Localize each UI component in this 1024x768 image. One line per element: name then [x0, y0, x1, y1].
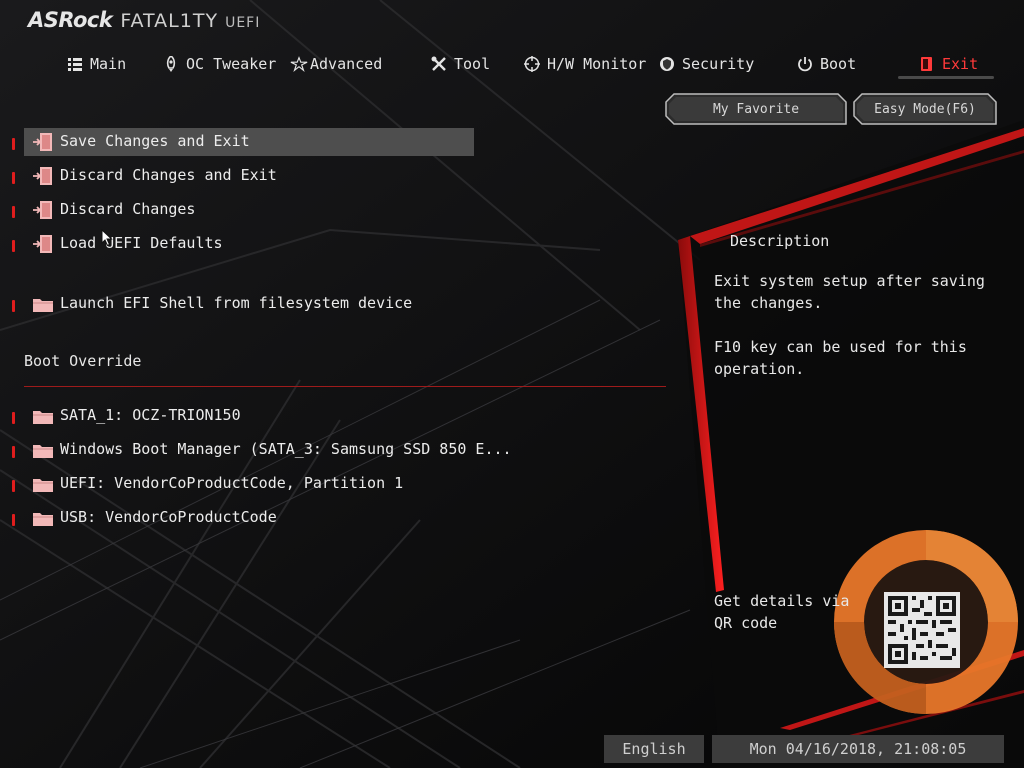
qr-label: Get details via QR code [714, 592, 850, 632]
folder-icon [33, 445, 53, 458]
boot-item-label: Windows Boot Manager (SATA_3: Samsung SS… [60, 440, 512, 458]
qr-code [884, 592, 960, 668]
tab-oc-tweaker[interactable]: OC Tweaker [162, 52, 276, 76]
item-marker [12, 300, 15, 312]
date-time-display: Mon 04/16/2018, 21:08:05 [712, 735, 1004, 763]
boot-override-title: Boot Override [24, 352, 142, 370]
asrock-logo: ASRock FATAL1TY UEFI [28, 8, 260, 38]
exit-door-icon [33, 235, 52, 253]
tab-label: Tool [454, 55, 491, 73]
star-icon [290, 55, 308, 73]
item-marker [12, 138, 15, 150]
boot-override-item-windows-boot-manager[interactable]: Windows Boot Manager (SATA_3: Samsung SS… [0, 436, 512, 464]
mouse-cursor-icon [101, 229, 113, 247]
my-favorite-label: My Favorite [712, 101, 800, 117]
boot-override-item-uefi-partition[interactable]: UEFI: VendorCoProductCode, Partition 1 [0, 470, 480, 498]
exit-door-icon [33, 201, 52, 219]
rocket-icon [162, 55, 180, 73]
item-marker [12, 206, 15, 218]
main-tab-bar: Main OC Tweaker Advanced Tool H/W Monito… [0, 48, 1024, 78]
folder-icon [33, 411, 53, 424]
menu-item-label: Save Changes and Exit [60, 132, 250, 150]
folder-icon [33, 479, 53, 492]
easy-mode-button[interactable]: Easy Mode(F6) [852, 92, 998, 126]
exit-door-icon [33, 133, 52, 151]
brand-text: ASRock [28, 8, 113, 32]
tab-security[interactable]: Security [658, 52, 754, 76]
menu-item-launch-efi-shell[interactable]: Launch EFI Shell from filesystem device [0, 290, 480, 318]
tab-exit[interactable]: Exit [918, 52, 978, 76]
tab-label: Main [90, 55, 127, 73]
section-divider [24, 386, 666, 387]
active-tab-indicator [898, 76, 994, 79]
power-icon [796, 55, 814, 73]
easy-mode-label: Easy Mode(F6) [874, 101, 976, 117]
tab-label: Boot [820, 55, 857, 73]
language-button[interactable]: English [604, 735, 704, 763]
description-text: Exit system setup after saving the chang… [714, 270, 994, 402]
boot-override-item-usb[interactable]: USB: VendorCoProductCode [0, 504, 480, 532]
menu-item-save-changes-and-exit[interactable]: Save Changes and Exit [0, 128, 480, 156]
item-marker [12, 480, 15, 492]
menu-item-label: Launch EFI Shell from filesystem device [60, 294, 413, 312]
item-marker [12, 446, 15, 458]
menu-item-label: Discard Changes [60, 200, 196, 218]
my-favorite-button[interactable]: My Favorite [664, 92, 848, 126]
crosshair-icon [523, 55, 541, 73]
item-marker [12, 240, 15, 252]
series-text: FATAL1TY [120, 10, 219, 32]
exit-icon [918, 55, 936, 73]
description-line: F10 key can be used for this operation. [714, 338, 967, 378]
item-marker [12, 412, 15, 424]
tab-boot[interactable]: Boot [796, 52, 856, 76]
tab-label: Security [682, 55, 755, 73]
boot-override-item-sata1[interactable]: SATA_1: OCZ-TRION150 [0, 402, 480, 430]
boot-item-label: UEFI: VendorCoProductCode, Partition 1 [60, 474, 404, 492]
tab-hw-monitor[interactable]: H/W Monitor [523, 52, 646, 76]
menu-item-discard-changes[interactable]: Discard Changes [0, 196, 480, 224]
list-icon [66, 55, 84, 73]
boot-item-label: USB: VendorCoProductCode [60, 508, 277, 526]
menu-item-load-uefi-defaults[interactable]: Load UEFI Defaults [0, 230, 480, 258]
tab-label: Exit [942, 55, 979, 73]
folder-icon [33, 299, 53, 312]
shield-icon [658, 55, 676, 73]
description-line: Exit system setup after saving the chang… [714, 272, 985, 312]
uefi-text: UEFI [225, 15, 261, 31]
menu-item-discard-changes-and-exit[interactable]: Discard Changes and Exit [0, 162, 480, 190]
tools-icon [430, 55, 448, 73]
item-marker [12, 514, 15, 526]
tab-advanced[interactable]: Advanced [290, 52, 382, 76]
item-marker [12, 172, 15, 184]
menu-item-label: Load UEFI Defaults [60, 234, 223, 252]
menu-item-label: Discard Changes and Exit [60, 166, 277, 184]
exit-door-icon [33, 167, 52, 185]
qr-code-icon [884, 592, 960, 668]
tab-label: H/W Monitor [547, 55, 647, 73]
folder-icon [33, 513, 53, 526]
tab-label: Advanced [310, 55, 383, 73]
tab-main[interactable]: Main [66, 52, 126, 76]
tab-label: OC Tweaker [186, 55, 277, 73]
boot-item-label: SATA_1: OCZ-TRION150 [60, 406, 241, 424]
tab-tool[interactable]: Tool [430, 52, 490, 76]
description-title: Description [730, 232, 830, 250]
